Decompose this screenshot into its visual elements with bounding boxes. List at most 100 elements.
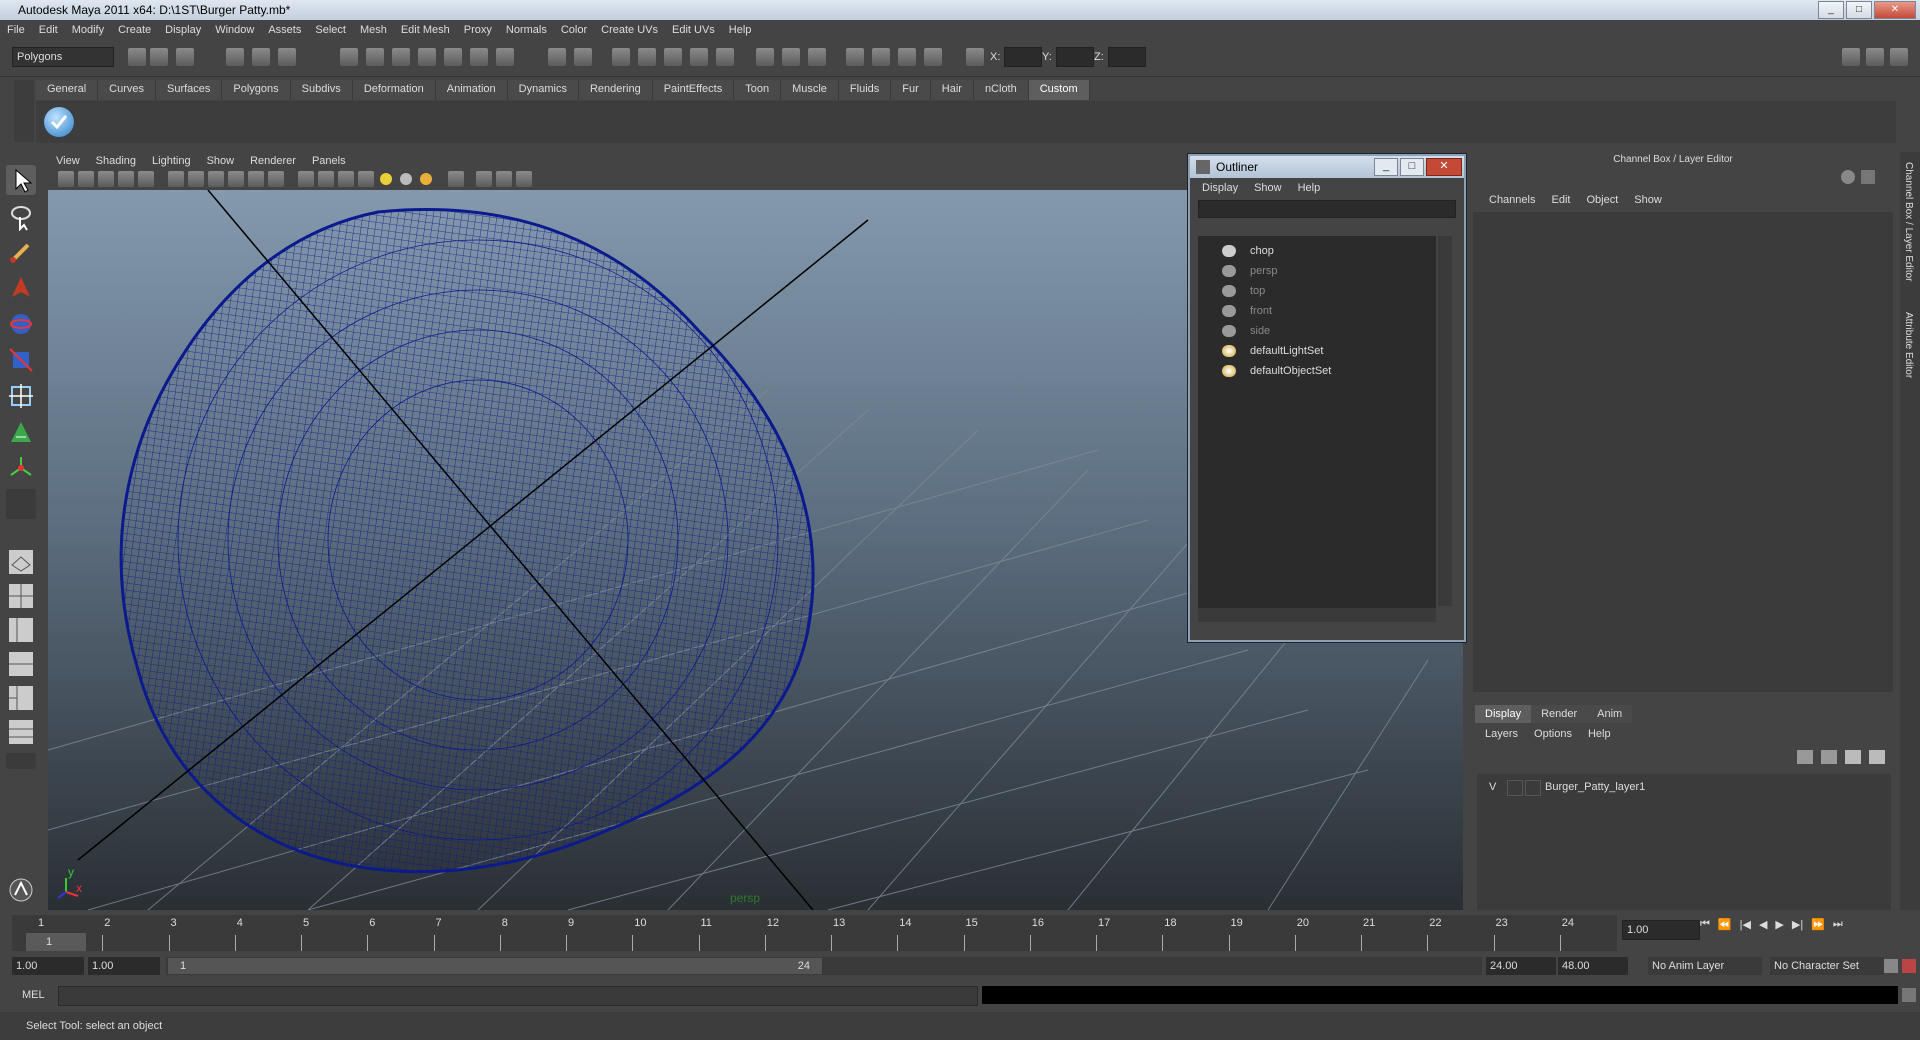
tab-dynamics[interactable]: Dynamics [507,80,579,100]
show-manipulator-icon[interactable] [6,453,36,483]
snap-view-plane-icon[interactable] [418,48,436,66]
move-layer-up-icon[interactable] [1845,750,1861,764]
hypershade-icon[interactable] [690,48,708,66]
select-hierarchy-icon[interactable] [226,48,244,66]
command-input[interactable] [58,986,978,1006]
layer-visibility-toggle[interactable]: V [1489,781,1496,793]
step-back-frame-icon[interactable]: |◀ [1740,918,1751,931]
tab-general[interactable]: General [36,80,99,100]
output-icon[interactable] [574,48,592,66]
all-lights-icon[interactable] [400,173,412,185]
x-input[interactable] [1004,47,1042,67]
viewport-menu-lighting[interactable]: Lighting [144,155,199,167]
z-input[interactable] [1108,47,1146,67]
textures-icon[interactable] [898,48,916,66]
shelf-menu-handle[interactable] [14,80,34,142]
tab-custom[interactable]: Custom [1028,80,1090,100]
playback-start-field[interactable]: 1.00 [88,957,160,975]
outliner-menu-display[interactable]: Display [1194,182,1246,194]
range-slider-track[interactable]: 1 24 [166,957,1482,975]
menu-proxy[interactable]: Proxy [457,24,499,36]
tab-curves[interactable]: Curves [98,80,156,100]
single-pane-layout-icon[interactable] [6,547,36,577]
outliner-menu-show[interactable]: Show [1246,182,1290,194]
list-item[interactable]: defaultObjectSet [1222,362,1331,380]
persp-graph-layout-icon[interactable] [6,649,36,679]
camera-attributes-icon[interactable] [78,171,94,187]
play-backward-icon[interactable]: ◀ [1759,918,1767,931]
history-icon[interactable] [470,48,488,66]
xray-components-icon[interactable] [516,171,532,187]
channel-settings-icon[interactable] [1841,170,1855,184]
channel-menu-edit[interactable]: Edit [1543,194,1578,206]
tab-fluids[interactable]: Fluids [838,80,892,100]
textured-icon[interactable] [358,171,374,187]
move-layer-down-icon[interactable] [1869,750,1885,764]
smooth-shade-icon[interactable] [318,171,334,187]
channel-menu-object[interactable]: Object [1578,194,1626,206]
outliner-vertical-scrollbar[interactable] [1438,236,1452,606]
bookmark-icon[interactable] [98,171,114,187]
persp-outliner-graph-layout-icon[interactable] [6,717,36,747]
tab-hair[interactable]: Hair [930,80,974,100]
paint-select-tool-icon[interactable] [6,237,36,267]
menu-edit-mesh[interactable]: Edit Mesh [394,24,457,36]
menu-assets[interactable]: Assets [261,24,308,36]
animation-end-field[interactable]: 48.00 [1558,957,1628,975]
viewport-menu-shading[interactable]: Shading [88,155,144,167]
outliner-titlebar[interactable]: Outliner _ □ ✕ [1190,156,1464,178]
outliner-persp-layout-icon[interactable] [6,615,36,645]
hypershade-persp-layout-icon[interactable] [6,683,36,713]
layout-more-icon[interactable] [6,753,36,769]
new-scene-icon[interactable] [128,48,146,66]
table-row[interactable]: V Burger_Patty_layer1 [1483,778,1879,796]
shadows-icon[interactable] [420,173,432,185]
lasso-tool-icon[interactable] [6,201,36,232]
tab-surfaces[interactable]: Surfaces [155,80,223,100]
layer-menu-layers[interactable]: Layers [1477,728,1526,740]
tab-rendering[interactable]: Rendering [578,80,653,100]
side-tab-attribute-editor[interactable]: Attribute Editor [1903,312,1914,378]
viewport-menu-view[interactable]: View [48,155,88,167]
menu-edit-uvs[interactable]: Edit UVs [665,24,722,36]
close-button[interactable]: ✕ [1874,1,1916,19]
checkmark-shelf-icon[interactable] [44,107,74,137]
go-to-end-icon[interactable]: ⏭ [1833,918,1843,931]
layer-name[interactable]: Burger_Patty_layer1 [1545,781,1645,793]
menu-mesh[interactable]: Mesh [353,24,394,36]
grid-toggle-icon[interactable] [138,171,154,187]
menu-normals[interactable]: Normals [499,24,554,36]
lights-icon[interactable] [782,48,800,66]
step-forward-frame-icon[interactable]: ▶| [1792,918,1803,931]
list-item[interactable]: defaultLightSet [1222,342,1323,360]
outliner-close-button[interactable]: ✕ [1426,158,1462,176]
help-question-icon[interactable] [496,48,514,66]
show-tool-settings-icon[interactable] [1866,48,1884,66]
select-camera-icon[interactable] [58,171,74,187]
last-tool-icon[interactable] [6,489,36,519]
transform-mode-icon[interactable] [966,48,984,66]
menu-window[interactable]: Window [208,24,261,36]
layer-menu-help[interactable]: Help [1580,728,1619,740]
viewport-menu-show[interactable]: Show [199,155,243,167]
character-set-dropdown[interactable]: No Character Set [1770,957,1884,975]
xray-joints-icon[interactable] [496,171,512,187]
select-tool-icon[interactable] [6,165,36,195]
select-component-icon[interactable] [278,48,296,66]
isolate-select-icon[interactable] [448,171,464,187]
layer-menu-options[interactable]: Options [1526,728,1580,740]
tab-muscle[interactable]: Muscle [781,80,839,100]
menu-edit[interactable]: Edit [32,24,65,36]
layer-tab-display[interactable]: Display [1475,705,1532,723]
display-icon[interactable] [846,48,864,66]
tab-toon[interactable]: Toon [734,80,782,100]
safe-title-icon[interactable] [268,171,284,187]
render-settings-icon[interactable] [664,48,682,66]
image-plane-icon[interactable] [118,171,134,187]
maximize-button[interactable]: □ [1846,1,1872,19]
new-layer-icon[interactable] [1797,750,1813,764]
go-to-start-icon[interactable]: ⏮ [1700,918,1710,931]
tab-polygons[interactable]: Polygons [222,80,291,100]
viewport-menu-panels[interactable]: Panels [304,155,354,167]
select-object-icon[interactable] [252,48,270,66]
